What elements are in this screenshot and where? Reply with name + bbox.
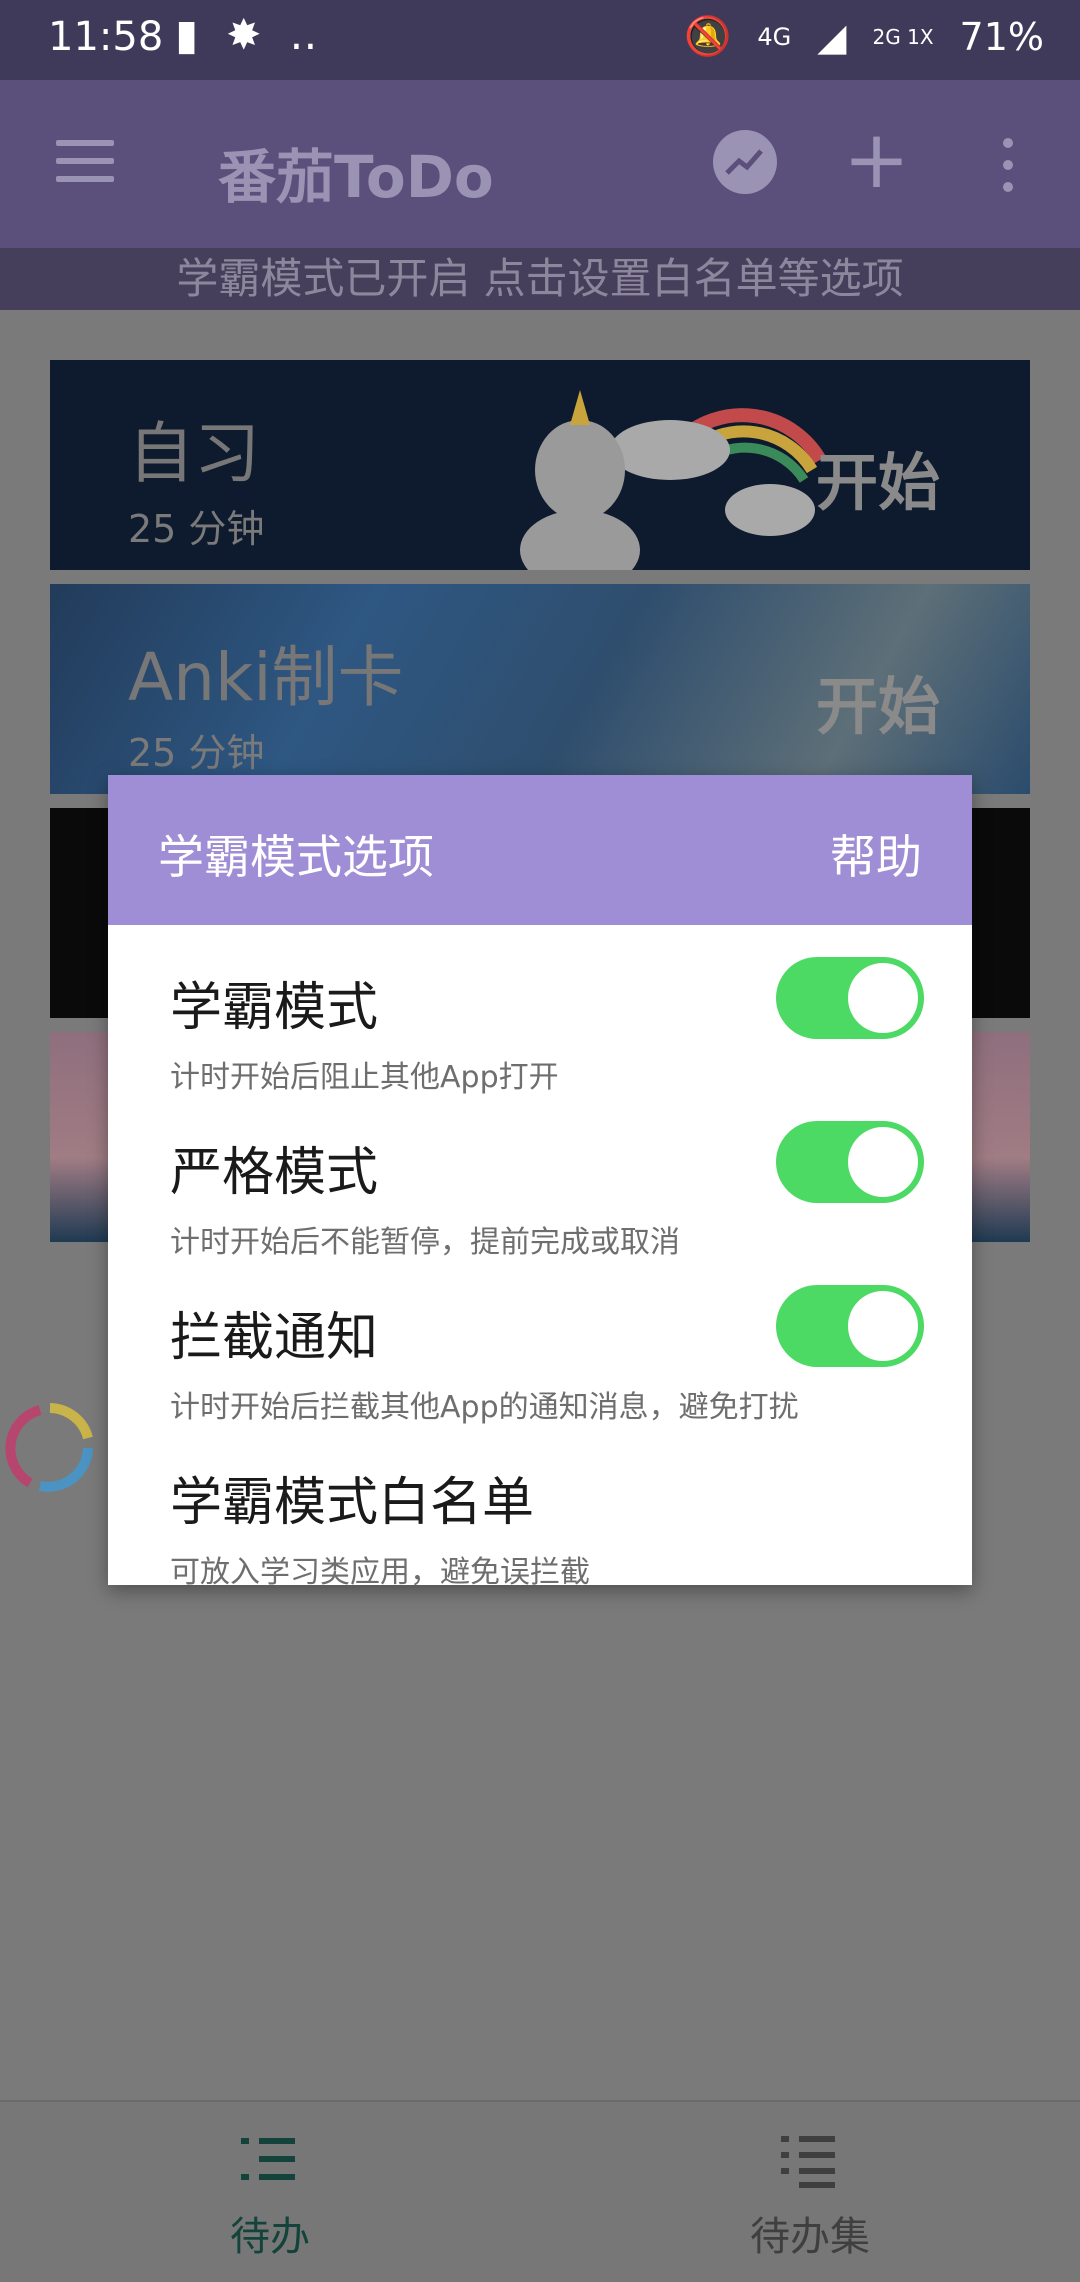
dialog-header: 学霸模式选项 帮助 <box>108 775 972 925</box>
block-notifications-toggle[interactable] <box>776 1285 924 1367</box>
dialog-title: 学霸模式选项 <box>158 830 434 884</box>
option-description: 可放入学习类应用，避免误拦截 <box>170 1555 590 1590</box>
strict-mode-toggle[interactable] <box>776 1121 924 1203</box>
help-button[interactable]: 帮助 <box>830 821 922 887</box>
option-description: 计时开始后不能暂停，提前完成或取消 <box>170 1225 680 1260</box>
option-title: 学霸模式白名单 <box>170 1473 535 1533</box>
option-description: 计时开始后拦截其他App的通知消息，避免打扰 <box>170 1390 799 1425</box>
option-description: 计时开始后阻止其他App打开 <box>170 1060 559 1095</box>
focus-mode-toggle[interactable] <box>776 957 924 1039</box>
focus-mode-options-dialog: 学霸模式选项 帮助 学霸模式 计时开始后阻止其他App打开 严格模式 计时开始后… <box>108 775 972 1590</box>
option-whitelist[interactable]: 学霸模式白名单 可放入学习类应用，避免误拦截 <box>170 1460 930 1591</box>
